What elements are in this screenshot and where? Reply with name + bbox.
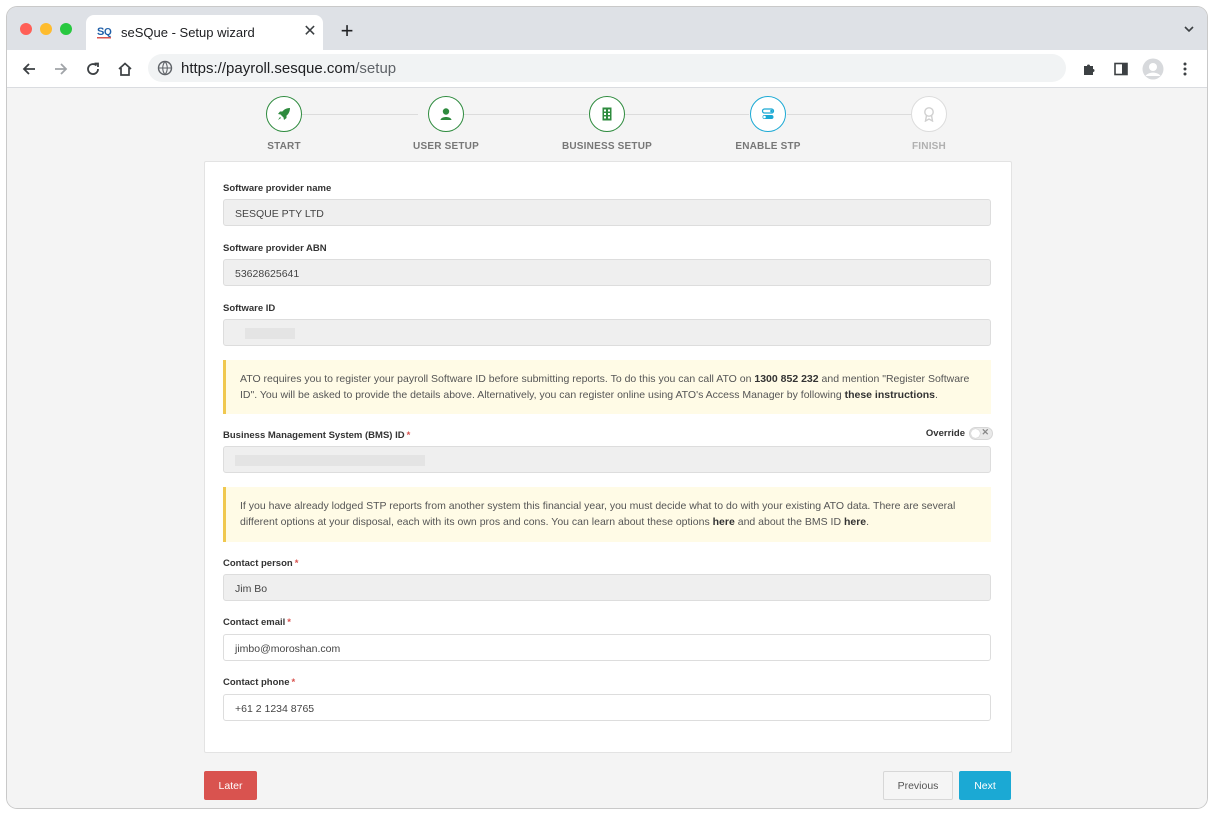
toggles-icon [761,108,775,119]
redacted-value [245,328,295,339]
wizard-step-business-setup[interactable]: BUSINESS SETUP [547,96,667,152]
new-tab-button[interactable]: + [336,20,358,43]
wizard-step-user-setup[interactable]: USER SETUP [386,96,506,152]
bms-id-here-link[interactable]: here [844,516,866,528]
these-instructions-link[interactable]: these instructions [845,389,935,401]
step-label: USER SETUP [413,141,479,152]
provider-abn-field: 53628625641 [223,259,991,286]
previous-button[interactable]: Previous [883,771,953,800]
minimize-window-button[interactable] [40,23,52,35]
step-label: FINISH [912,141,946,152]
sesque-favicon-icon: S Q [97,26,112,39]
url-path: /setup [355,60,397,77]
toggle-off-icon: ✕ [981,427,989,437]
required-asterisk: * [406,430,411,441]
step-circle [911,96,947,132]
redacted-value [235,455,425,466]
wizard-steps: START USER SETUP BUSINESS SETUP ENABLE S… [7,88,1207,160]
bms-id-label-text: Business Management System (BMS) ID [223,430,405,441]
software-id-field [223,319,991,346]
provider-name-label: Software provider name [223,183,332,194]
reload-icon [87,62,99,75]
alert-text: . [935,388,938,401]
stp-setup-form: Software provider name SESQUE PTY LTD So… [204,161,1012,753]
contact-phone-input[interactable]: +61 2 1234 8765 [223,694,991,721]
override-control: Override ✕ [926,427,993,440]
later-button[interactable]: Later [204,771,257,800]
step-circle [750,96,786,132]
user-icon [440,108,452,120]
extensions-button[interactable] [1077,57,1101,81]
browser-toolbar: https://payroll.sesque.com/setup [7,50,1207,88]
required-asterisk: * [291,677,296,688]
required-asterisk: * [294,558,299,569]
page-content: START USER SETUP BUSINESS SETUP ENABLE S… [7,88,1207,808]
back-arrow-icon [22,63,35,75]
software-id-label: Software ID [223,303,276,314]
reload-button[interactable] [81,57,105,81]
building-icon [602,107,612,121]
contact-phone-label: Contact phone * [223,677,295,688]
home-button[interactable] [113,57,137,81]
tab-title: seSQue - Setup wizard [121,25,255,40]
contact-person-label: Contact person * [223,558,298,569]
rocket-icon [278,108,290,120]
browser-window: S Q seSQue - Setup wizard ✕ + https://pa… [7,7,1207,808]
contact-email-label-text: Contact email [223,617,286,628]
tab-search-chevron-icon[interactable] [1183,23,1195,35]
override-label: Override [925,428,965,439]
step-label: ENABLE STP [735,141,801,152]
options-here-link[interactable]: here [713,516,735,528]
alert-text: . [866,515,870,528]
ato-registration-alert: ATO requires you to register your payrol… [223,360,991,414]
required-asterisk: * [287,617,291,628]
tab-close-icon[interactable]: ✕ [299,21,321,43]
alert-text: and about the BMS ID [734,515,844,528]
side-panel-icon [1114,62,1128,76]
alert-text: ATO requires you to register your payrol… [240,373,755,385]
step-circle [266,96,302,132]
browser-menu-button[interactable] [1173,57,1197,81]
kebab-menu-icon [1183,62,1187,76]
provider-name-field: SESQUE PTY LTD [223,199,991,226]
step-label: BUSINESS SETUP [561,141,653,152]
back-button[interactable] [17,57,41,81]
step-label: START [267,141,301,152]
contact-phone-label-text: Contact phone [223,677,290,688]
forward-button[interactable] [49,57,73,81]
step-circle [428,96,464,132]
contact-email-label: Contact email * [223,617,291,628]
next-button[interactable]: Next [959,771,1011,800]
browser-tab[interactable]: S Q seSQue - Setup wizard ✕ [86,15,323,50]
award-icon [924,107,934,122]
contact-email-input[interactable]: jimbo@moroshan.com [223,634,991,661]
wizard-step-enable-stp[interactable]: ENABLE STP [708,96,828,152]
address-bar[interactable]: https://payroll.sesque.com/setup [148,54,1066,82]
forward-arrow-icon [55,63,68,75]
wizard-step-finish[interactable]: FINISH [869,96,989,152]
site-info-icon[interactable] [157,60,173,76]
contact-person-label-text: Contact person [223,558,293,569]
override-toggle[interactable]: ✕ [969,427,993,440]
svg-text:Q: Q [104,27,112,38]
ato-phone-number: 1300 852 232 [754,373,819,385]
step-circle [589,96,625,132]
home-icon [118,62,132,76]
bms-id-field[interactable] [223,446,991,473]
puzzle-icon [1084,64,1095,75]
avatar-icon [1142,58,1164,80]
contact-person-field: Jim Bo [223,574,991,601]
maximize-window-button[interactable] [60,23,72,35]
existing-stp-data-alert: If you have already lodged STP reports f… [223,487,991,542]
side-panel-button[interactable] [1109,57,1133,81]
profile-button[interactable] [1141,57,1165,81]
provider-abn-label: Software provider ABN [223,243,327,254]
url-host: https://payroll.sesque.com [181,60,356,77]
wizard-step-start[interactable]: START [224,96,344,152]
url-text: https://payroll.sesque.com/setup [181,60,396,77]
toggle-knob [971,429,980,438]
close-window-button[interactable] [20,23,32,35]
bms-id-label: Business Management System (BMS) ID * [223,430,410,441]
tab-strip: S Q seSQue - Setup wizard ✕ + [7,7,1207,50]
